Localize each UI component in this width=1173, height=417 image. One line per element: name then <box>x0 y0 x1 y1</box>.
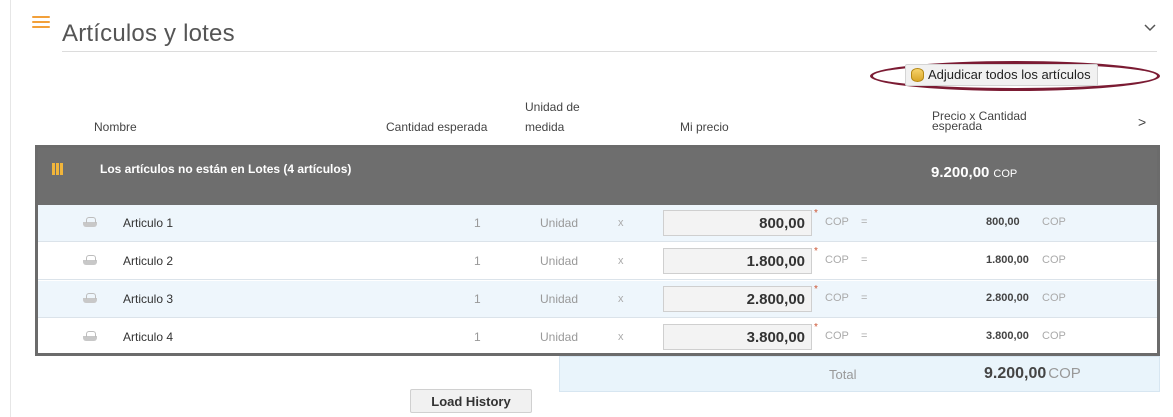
award-all-label: Adjudicar todos los artículos <box>928 67 1091 82</box>
column-header-price-qty-line2: esperada <box>932 119 983 133</box>
table-row: Articulo 4 1 Unidad x * COP = 3.800,00 C… <box>38 319 1157 356</box>
item-name: Articulo 1 <box>123 216 174 230</box>
item-unit: Unidad <box>540 330 579 344</box>
item-total: 1.800,00 <box>986 254 1029 266</box>
section-header[interactable]: Artículos y lotes <box>10 10 1160 60</box>
multiply-sign: x <box>618 255 624 267</box>
item-name: Articulo 4 <box>123 330 174 344</box>
grid-icon <box>52 163 64 175</box>
item-unit: Unidad <box>540 254 579 268</box>
multiply-sign: x <box>618 331 624 343</box>
item-total-currency: COP <box>1042 216 1066 228</box>
required-mark: * <box>814 284 818 295</box>
multiply-sign: x <box>618 293 624 305</box>
header-divider <box>62 51 1157 52</box>
column-header-expected-qty: Cantidad esperada <box>386 120 488 134</box>
item-qty: 1 <box>474 254 481 268</box>
price-input[interactable] <box>663 286 812 312</box>
group-header[interactable]: Los artículos no están en Lotes (4 artíc… <box>38 148 1157 205</box>
price-input[interactable] <box>663 248 812 274</box>
item-total-currency: COP <box>1042 292 1066 304</box>
item-total: 800,00 <box>986 216 1020 228</box>
total-amount: 9.200,00 <box>984 365 1047 382</box>
item-qty: 1 <box>474 330 481 344</box>
item-name: Articulo 3 <box>123 292 174 306</box>
item-icon <box>83 331 97 341</box>
item-currency: COP <box>825 292 849 304</box>
group-total: 9.200,00 COP <box>931 164 1017 181</box>
table-row: Articulo 2 1 Unidad x * COP = 1.800,00 C… <box>38 243 1157 280</box>
equals-sign: = <box>861 330 868 342</box>
table-row: Articulo 1 1 Unidad x * COP = 800,00 COP <box>38 205 1157 242</box>
group-total-value: 9.200,00 <box>931 164 990 181</box>
required-mark: * <box>814 246 818 257</box>
item-total-currency: COP <box>1042 330 1066 342</box>
required-mark: * <box>814 208 818 219</box>
section-title: Artículos y lotes <box>62 20 235 47</box>
item-currency: COP <box>825 330 849 342</box>
chevron-down-icon[interactable] <box>1144 24 1156 32</box>
price-input[interactable] <box>663 210 812 236</box>
total-value: 9.200,00 COP <box>984 365 1081 383</box>
award-all-button[interactable]: Adjudicar todos los artículos <box>905 64 1098 86</box>
item-total: 3.800,00 <box>986 330 1029 342</box>
item-currency: COP <box>825 254 849 266</box>
items-group-table: Los artículos no están en Lotes (4 artíc… <box>35 145 1160 356</box>
equals-sign: = <box>861 216 868 228</box>
column-header-my-price: Mi precio <box>680 120 729 134</box>
column-header-unit-line2: medida <box>525 120 565 134</box>
required-mark: * <box>814 322 818 333</box>
price-input[interactable] <box>663 324 812 350</box>
item-qty: 1 <box>474 216 481 230</box>
item-name: Articulo 2 <box>123 254 174 268</box>
column-header-name: Nombre <box>94 120 137 134</box>
item-qty: 1 <box>474 292 481 306</box>
total-summary: Total 9.200,00 COP <box>559 356 1160 392</box>
coins-icon <box>911 68 924 82</box>
item-unit: Unidad <box>540 216 579 230</box>
group-total-currency: COP <box>993 168 1018 180</box>
table-row: Articulo 3 1 Unidad x * COP = 2.800,00 C… <box>38 281 1157 318</box>
item-unit: Unidad <box>540 292 579 306</box>
total-currency: COP <box>1048 365 1081 382</box>
multiply-sign: x <box>618 217 624 229</box>
equals-sign: = <box>861 254 868 266</box>
item-icon <box>83 293 97 303</box>
equals-sign: = <box>861 292 868 304</box>
item-total-currency: COP <box>1042 254 1066 266</box>
chevron-right-icon[interactable]: > <box>1138 114 1146 130</box>
list-icon <box>32 16 50 30</box>
item-total: 2.800,00 <box>986 292 1029 304</box>
item-icon <box>83 255 97 265</box>
load-history-button[interactable]: Load History <box>410 389 532 413</box>
column-header-unit-line1: Unidad de <box>525 100 580 114</box>
total-label: Total <box>829 367 857 382</box>
item-currency: COP <box>825 216 849 228</box>
item-icon <box>83 217 97 227</box>
group-title: Los artículos no están en Lotes (4 artíc… <box>100 162 352 176</box>
